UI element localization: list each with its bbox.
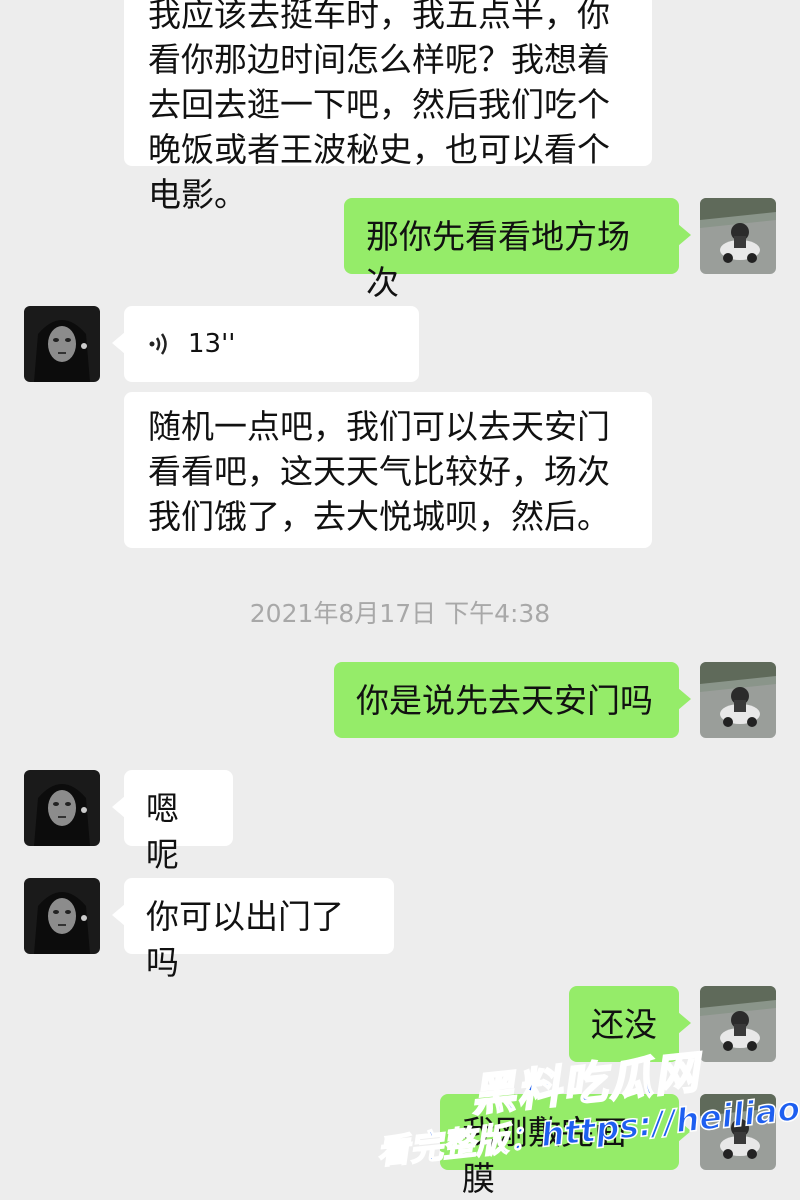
contact-avatar-image xyxy=(24,878,100,954)
message-text: 那你先看看地方场次 xyxy=(366,217,630,302)
contact-avatar[interactable] xyxy=(24,770,100,846)
message-bubble-incoming[interactable]: 你可以出门了吗 xyxy=(112,878,394,982)
message-bubble-outgoing[interactable]: 那你先看看地方场次 xyxy=(344,198,691,302)
message-bubble-incoming[interactable]: 随机一点吧，我们可以去天安门看看吧，这天天气比较好，场次我们饿了，去大悦城呗，然… xyxy=(124,392,652,548)
message-text: 嗯呢 xyxy=(146,789,179,874)
message-bubble-incoming[interactable]: 嗯呢 xyxy=(112,770,233,874)
voice-wave-icon xyxy=(149,333,167,355)
contact-avatar-image xyxy=(24,770,100,846)
my-avatar-image xyxy=(700,986,776,1062)
chat-timestamp: 2021年8月17日 下午4:38 xyxy=(249,599,551,628)
message-bubble-outgoing[interactable]: 你是说先去天安门吗 xyxy=(334,662,691,738)
chat-screen: 我应该去挺车时，我五点半，你看你那边时间怎么样呢？我想着去回去逛一下吧，然后我们… xyxy=(0,0,800,1200)
message-text: 我应该去挺车时，我五点半，你看你那边时间怎么样呢？我想着去回去逛一下吧，然后我们… xyxy=(148,0,610,214)
my-avatar[interactable] xyxy=(700,986,776,1062)
voice-duration: 13'' xyxy=(188,329,236,359)
message-text: 你可以出门了吗 xyxy=(146,897,344,982)
my-avatar[interactable] xyxy=(700,662,776,738)
voice-message-bubble[interactable]: 13'' xyxy=(112,306,419,382)
my-avatar-image xyxy=(700,198,776,274)
contact-avatar[interactable] xyxy=(24,306,100,382)
contact-avatar[interactable] xyxy=(24,878,100,954)
message-text: 你是说先去天安门吗 xyxy=(356,681,653,720)
my-avatar[interactable] xyxy=(700,198,776,274)
message-text: 随机一点吧，我们可以去天安门看看吧，这天天气比较好，场次我们饿了，去大悦城呗，然… xyxy=(148,407,610,536)
message-bubble-incoming[interactable]: 我应该去挺车时，我五点半，你看你那边时间怎么样呢？我想着去回去逛一下吧，然后我们… xyxy=(124,0,652,214)
contact-avatar-image xyxy=(24,306,100,382)
my-avatar-image xyxy=(700,662,776,738)
message-text: 还没 xyxy=(591,1005,657,1044)
